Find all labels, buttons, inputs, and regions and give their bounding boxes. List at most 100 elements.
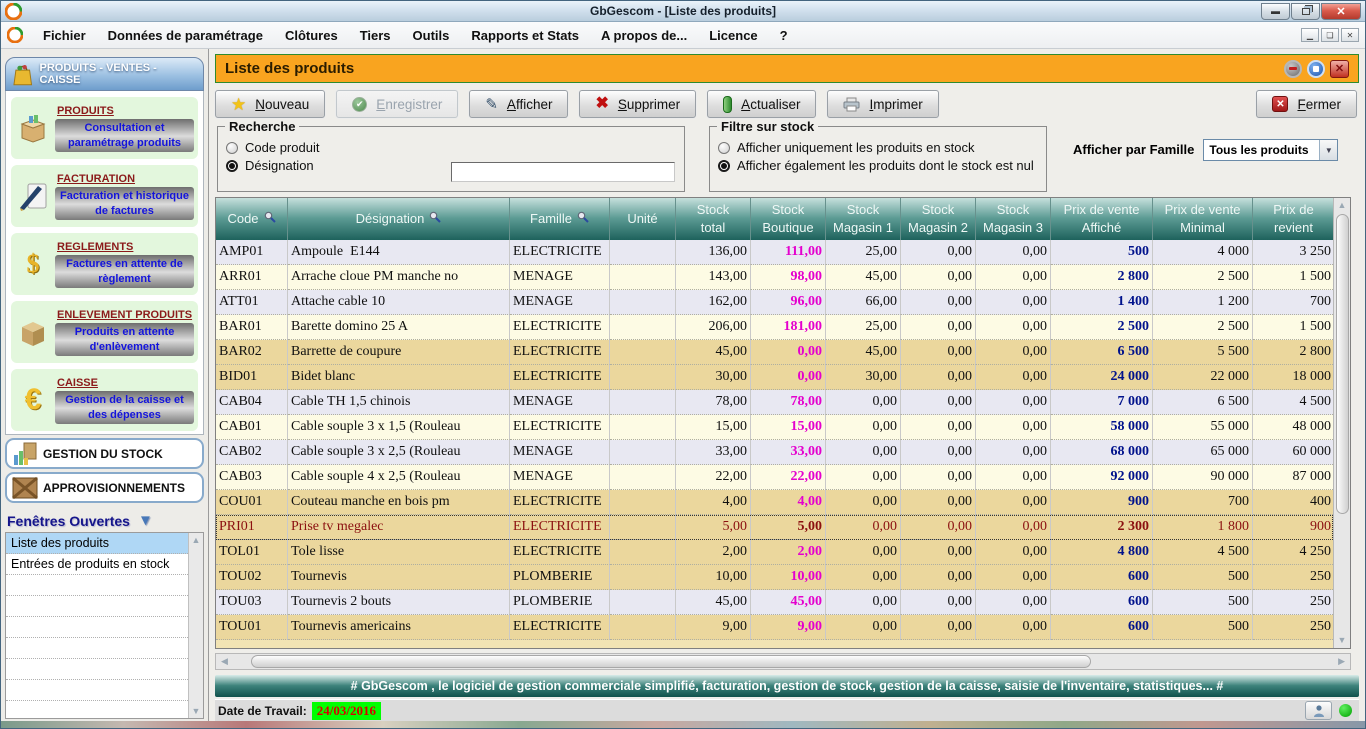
search-icon[interactable] [264,210,276,228]
table-row-bar02[interactable]: BAR02Barrette de coupureELECTRICITE45,00… [216,340,1333,365]
panel-minimize-button[interactable] [1284,60,1302,78]
search-option-code-produit[interactable]: Code produit [226,140,676,155]
radio-icon[interactable] [718,142,730,154]
table-vertical-scrollbar[interactable]: ▲ ▼ [1333,198,1350,648]
scroll-left-icon[interactable]: ◀ [216,656,233,667]
menu-item-rapports-et-stats[interactable]: Rapports et Stats [460,25,590,46]
sidebar-item-gestion-du-stock[interactable]: GESTION DU STOCK [5,438,204,469]
afficher-button[interactable]: ✎Afficher [469,90,568,118]
table-row-bar01[interactable]: BAR01Barette domino 25 AELECTRICITE206,0… [216,315,1333,340]
table-row-att01[interactable]: ATT01Attache cable 10MENAGE162,0096,0066… [216,290,1333,315]
column-header-d-signation[interactable]: Désignation [288,198,510,240]
column-header-prix-de-revient[interactable]: Prix de revient [1253,198,1335,240]
table-row-cou01[interactable]: COU01Couteau manche en bois pmELECTRICIT… [216,490,1333,515]
nouveau-button[interactable]: ★Nouveau [215,90,325,118]
menu-item-item[interactable]: ? [769,25,799,46]
family-select[interactable]: Tous les produits ▼ [1203,139,1338,161]
scroll-up-icon[interactable]: ▲ [1338,200,1347,210]
sidebar-item-approvisionnements[interactable]: APPROVISIONNEMENTS [5,472,204,503]
search-icon[interactable] [577,210,589,228]
table-body: AMP01Ampoule E144ELECTRICITE136,00111,00… [216,240,1333,648]
menu-item-donn-es-de-param-trage[interactable]: Données de paramétrage [97,25,274,46]
column-header-code[interactable]: Code [216,198,288,240]
window-restore-button[interactable] [1291,3,1320,20]
column-header-prix-de-vente-minimal[interactable]: Prix de vente Minimal [1153,198,1253,240]
table-row-pri01[interactable]: PRI01Prise tv megalecELECTRICITE5,005,00… [216,515,1333,540]
horizontal-scroll-thumb[interactable] [251,655,1091,668]
window-close-button[interactable]: ✕ [1321,3,1361,20]
table-row-tol01[interactable]: TOL01Tole lisseELECTRICITE2,002,000,000,… [216,540,1333,565]
sidebar-button-enlevement-produits[interactable]: Produits en attente d'enlèvement [55,323,194,356]
menu-item-tiers[interactable]: Tiers [349,25,402,46]
table-row-amp01[interactable]: AMP01Ampoule E144ELECTRICITE136,00111,00… [216,240,1333,265]
column-header-famille[interactable]: Famille [510,198,610,240]
cell: 90 000 [1153,465,1253,490]
cell: 0,00 [901,465,976,490]
table-row-cab04[interactable]: CAB04Cable TH 1,5 chinoisMENAGE78,0078,0… [216,390,1333,415]
table-row-tou02[interactable]: TOU02TournevisPLOMBERIE10,0010,000,000,0… [216,565,1333,590]
column-header-stock-magasin-1[interactable]: Stock Magasin 1 [826,198,901,240]
cell: 143,00 [676,265,751,290]
fermer-button[interactable]: ✕ Fermer [1256,90,1357,118]
radio-icon[interactable] [718,160,730,172]
table-row-tou01[interactable]: TOU01Tournevis americainsELECTRICITE9,00… [216,615,1333,640]
column-header-unit[interactable]: Unité [610,198,676,240]
open-windows-scrollbar[interactable]: ▲▼ [188,533,203,718]
cell: 0,00 [826,565,901,590]
column-header-prix-de-vente-affich[interactable]: Prix de vente Affiché [1051,198,1153,240]
sidebar-section-title: ENLEVEMENT PRODUITS [57,309,194,321]
menu-item-a-propos-de[interactable]: A propos de... [590,25,698,46]
stock-filter-option-afficher-uniquement-les-produits-en-stock[interactable]: Afficher uniquement les produits en stoc… [718,140,1038,155]
mdi-close-button[interactable]: ✕ [1341,28,1359,42]
sidebar-button-produits[interactable]: Consultation et paramétrage produits [55,119,194,152]
scroll-down-icon[interactable]: ▼ [192,706,201,716]
open-window-item[interactable]: Liste des produits [6,533,188,554]
mdi-minimize-button[interactable]: ▁ [1301,28,1319,42]
column-header-stock-boutique[interactable]: Stock Boutique [751,198,826,240]
imprimer-button[interactable]: Imprimer [827,90,938,118]
menu-item-outils[interactable]: Outils [402,25,461,46]
cell: 2 300 [1051,515,1153,540]
table-empty-area [216,640,1333,648]
table-row-arr01[interactable]: ARR01Arrache cloue PM manche noMENAGE143… [216,265,1333,290]
scroll-up-icon[interactable]: ▲ [192,535,201,545]
supprimer-button[interactable]: ✖Supprimer [579,90,696,118]
table-row-cab03[interactable]: CAB03Cable souple 4 x 2,5 (RouleauMENAGE… [216,465,1333,490]
sidebar-button-facturation[interactable]: Facturation et historique de factures [55,187,194,220]
stock-filter-option-afficher-galement-les-produits-dont-le-stock-est-nul[interactable]: Afficher également les produits dont le … [718,158,1038,173]
cell: 0,00 [901,540,976,565]
cell: 6 500 [1153,390,1253,415]
sidebar-button-reglements[interactable]: Factures en attente de règlement [55,255,194,288]
sidebar-button-caisse[interactable]: Gestion de la caisse et des dépenses [55,391,194,424]
panel-restore-button[interactable] [1307,60,1325,78]
actualiser-button[interactable]: Actualiser [707,90,816,118]
search-input[interactable] [451,162,675,182]
window-minimize-button[interactable]: ▬ [1261,3,1290,20]
menu-item-licence[interactable]: Licence [698,25,768,46]
column-header-stock-total[interactable]: Stock total [676,198,751,240]
toolbar-button-label: Nouveau [255,97,309,112]
scroll-down-icon[interactable]: ▼ [1338,635,1347,645]
table-row-cab01[interactable]: CAB01Cable souple 3 x 1,5 (RouleauELECTR… [216,415,1333,440]
search-icon[interactable] [429,210,441,228]
mdi-restore-button[interactable]: ❏ [1321,28,1339,42]
menu-item-cl-tures[interactable]: Clôtures [274,25,349,46]
table-horizontal-scrollbar[interactable]: ◀ ▶ [215,653,1351,670]
triangle-down-icon[interactable]: ▼ [138,516,153,526]
chevron-down-icon[interactable]: ▼ [1319,140,1337,160]
cell: 900 [1253,515,1333,540]
column-header-stock-magasin-3[interactable]: Stock Magasin 3 [976,198,1051,240]
scroll-right-icon[interactable]: ▶ [1333,656,1350,667]
open-window-item[interactable]: Entrées de produits en stock [6,554,188,575]
menu-item-fichier[interactable]: Fichier [32,25,97,46]
column-header-stock-magasin-2[interactable]: Stock Magasin 2 [901,198,976,240]
user-button[interactable] [1305,701,1332,720]
vertical-scroll-thumb[interactable] [1336,214,1349,514]
sidebar-sections-panel: PRODUITSConsultation et paramétrage prod… [5,91,204,435]
radio-icon[interactable] [226,160,238,172]
table-row-cab02[interactable]: CAB02Cable souple 3 x 2,5 (RouleauMENAGE… [216,440,1333,465]
radio-icon[interactable] [226,142,238,154]
table-row-tou03[interactable]: TOU03Tournevis 2 boutsPLOMBERIE45,0045,0… [216,590,1333,615]
panel-close-button[interactable]: ✕ [1330,60,1349,78]
table-row-bid01[interactable]: BID01Bidet blancELECTRICITE30,000,0030,0… [216,365,1333,390]
